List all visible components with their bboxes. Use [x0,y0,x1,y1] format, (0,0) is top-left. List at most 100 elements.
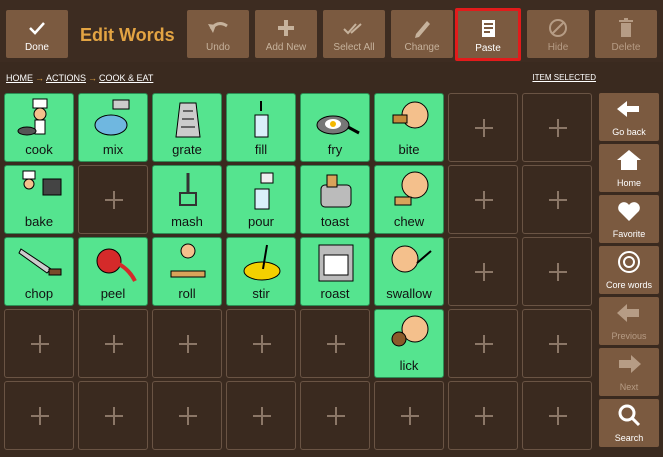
rolling-pin-icon [170,243,206,278]
word-cell-mix[interactable]: mix [78,93,148,162]
word-label: lick [399,358,419,373]
add-new-button[interactable]: Add New [255,10,317,58]
word-cell-stir[interactable]: stir [226,237,296,306]
empty-cell[interactable] [522,237,592,306]
word-cell-chew[interactable]: chew [374,165,444,234]
breadcrumb-actions[interactable]: ACTIONS [46,73,86,83]
empty-cell[interactable] [300,381,370,450]
word-cell-mash[interactable]: mash [152,165,222,234]
word-cell-fill[interactable]: fill [226,93,296,162]
breadcrumb-home[interactable]: HOME [6,73,33,83]
empty-cell[interactable] [152,381,222,450]
empty-cell[interactable] [374,381,444,450]
breadcrumb: HOME → ACTIONS → COOK & EAT [6,73,153,83]
home-label: Home [616,178,641,188]
next-label: Next [619,382,639,392]
left-arrow-icon [599,297,659,331]
word-label: bake [24,214,54,229]
word-cell-fry[interactable]: fry [300,93,370,162]
empty-cell[interactable] [78,381,148,450]
word-label: chew [393,214,425,229]
word-cell-cook[interactable]: cook [4,93,74,162]
word-cell-bite[interactable]: bite [374,93,444,162]
word-cell-pour[interactable]: pour [226,165,296,234]
empty-cell[interactable] [4,381,74,450]
hide-label: Hide [547,42,569,53]
item-selected-status: ITEM SELECTED [532,73,596,82]
word-cell-lick[interactable]: lick [374,309,444,378]
word-label: fill [254,142,268,157]
delete-button[interactable]: Delete [595,10,657,58]
favorite-button[interactable]: Favorite [599,195,659,243]
word-cell-roll[interactable]: roll [152,237,222,306]
home-icon [599,144,659,178]
undo-button[interactable]: Undo [187,10,249,58]
empty-cell[interactable] [448,381,518,450]
go-back-button[interactable]: Go back [599,93,659,141]
toaster-icon [320,174,352,208]
checkmark-icon [6,14,68,42]
trash-icon [595,14,657,42]
breadcrumb-arrow: → [88,73,98,83]
empty-cell[interactable] [522,381,592,450]
heart-icon [599,195,659,229]
empty-cell[interactable] [226,381,296,450]
empty-cell[interactable] [522,309,592,378]
knife-icon [18,248,62,276]
masher-icon [179,173,197,206]
side-nav: Go back Home Favorite Core words Previou… [599,93,659,450]
word-cell-swallow[interactable]: swallow [374,237,444,306]
search-button[interactable]: Search [599,399,659,447]
empty-cell[interactable] [448,309,518,378]
word-label: mix [102,142,124,157]
word-grid: cook mix grate fill fry bite bake mash p… [4,93,592,450]
word-cell-peel[interactable]: peel [78,237,148,306]
word-label: chop [24,286,54,301]
word-cell-chop[interactable]: chop [4,237,74,306]
select-all-button[interactable]: Select All [323,10,385,58]
done-label: Done [25,42,49,53]
previous-button[interactable]: Previous [599,297,659,345]
word-label: mash [171,214,203,229]
double-check-icon [323,14,385,42]
empty-cell[interactable] [522,93,592,162]
paste-button[interactable]: Paste [455,8,521,61]
change-label: Change [404,42,440,53]
empty-cell[interactable] [448,165,518,234]
search-icon [599,399,659,433]
word-cell-bake[interactable]: bake [4,165,74,234]
hide-icon [527,14,589,42]
empty-cell[interactable] [152,309,222,378]
change-button[interactable]: Change [391,10,453,58]
done-button[interactable]: Done [6,10,68,58]
empty-cell[interactable] [4,309,74,378]
word-label: stir [252,286,270,301]
paste-icon [458,15,518,43]
next-button[interactable]: Next [599,348,659,396]
bite-face-icon [392,101,429,129]
empty-cell[interactable] [448,93,518,162]
empty-cell[interactable] [448,237,518,306]
word-label: fry [327,142,343,157]
empty-cell[interactable] [300,309,370,378]
empty-cell[interactable] [78,165,148,234]
plus-icon [255,14,317,42]
undo-label: Undo [206,42,230,53]
word-cell-toast[interactable]: toast [300,165,370,234]
hide-button[interactable]: Hide [527,10,589,58]
home-button[interactable]: Home [599,144,659,192]
core-words-button[interactable]: Core words [599,246,659,294]
breadcrumb-cook-eat[interactable]: COOK & EAT [99,73,153,83]
word-label: bite [398,142,420,157]
empty-cell[interactable] [522,165,592,234]
word-cell-grate[interactable]: grate [152,93,222,162]
back-arrow-icon [599,93,659,127]
empty-cell[interactable] [78,309,148,378]
word-cell-roast[interactable]: roast [300,237,370,306]
empty-cell[interactable] [226,309,296,378]
frying-pan-icon [316,115,360,135]
toolbar: Done Edit Words Undo Add New Select All … [0,0,663,62]
add-new-label: Add New [265,42,307,53]
stir-bowl-icon [243,244,281,281]
go-back-label: Go back [612,127,646,137]
